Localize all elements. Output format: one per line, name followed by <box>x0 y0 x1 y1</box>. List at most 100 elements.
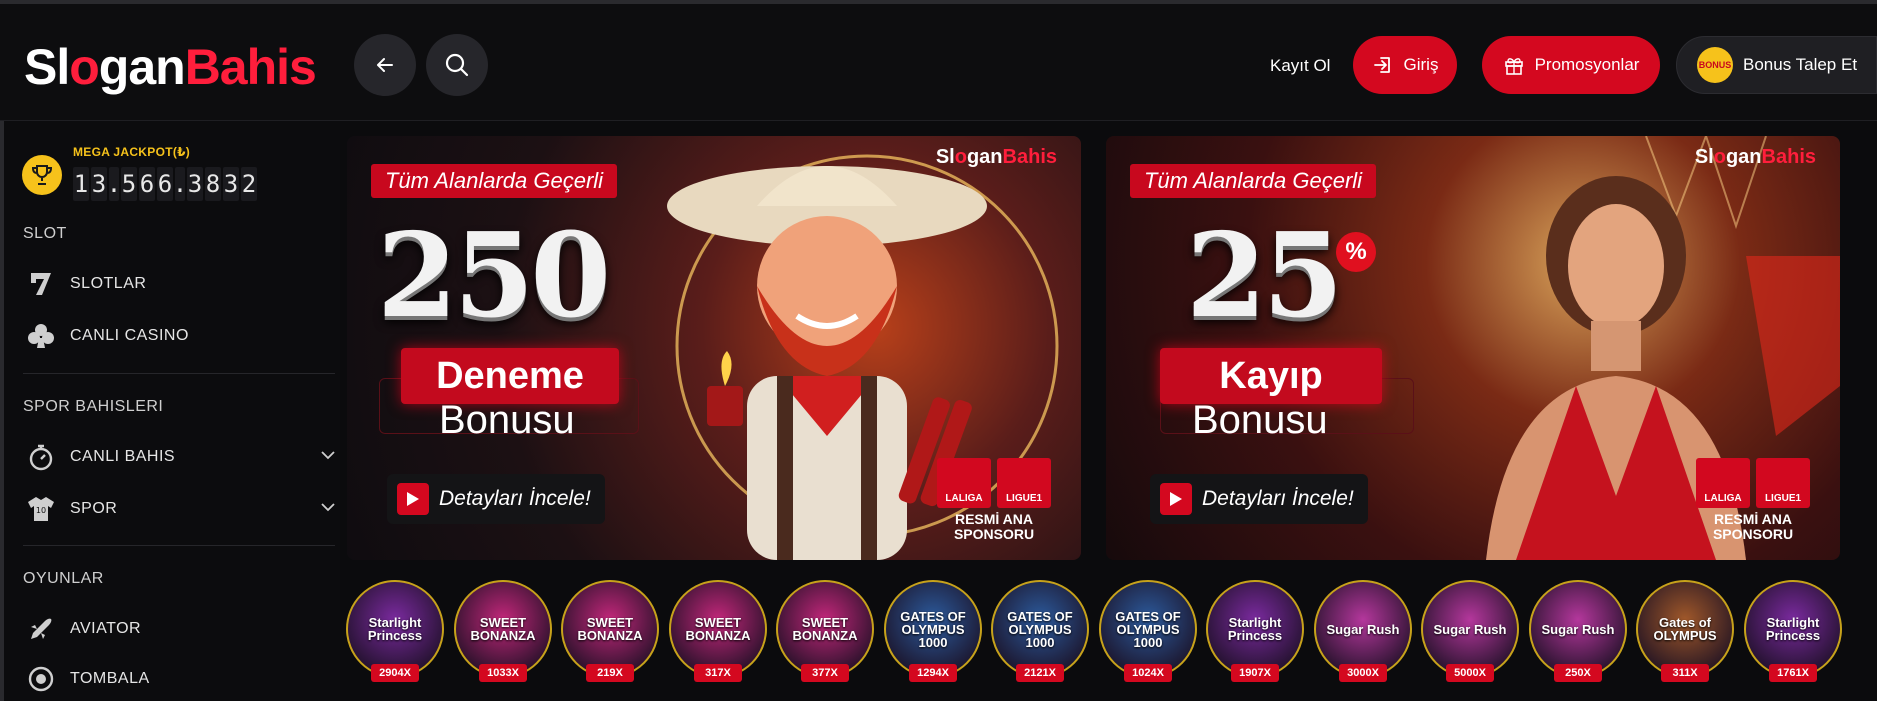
sponsor-logos: LALIGA LIGUE1 <box>1694 458 1812 508</box>
sponsor-logos: LALIGA LIGUE1 <box>935 458 1053 508</box>
seven-icon <box>24 267 58 301</box>
game-tile[interactable]: Sugar Rush 250X <box>1529 580 1627 686</box>
sidebar-item-label: CANLI CASINO <box>70 327 189 344</box>
game-name: GATES OF OLYMPUS 1000 <box>1007 608 1073 650</box>
promo-banner[interactable]: Tüm Alanlarda Geçerli SloganBahis 250 De… <box>347 136 1081 560</box>
sidebar-item-label: AVIATOR <box>70 620 142 637</box>
search-button[interactable] <box>426 34 488 96</box>
game-multiplier-badge: 250X <box>1554 664 1602 682</box>
promo-banner[interactable]: Tüm Alanlarda Geçerli SloganBahis 25 % K… <box>1106 136 1840 560</box>
sidebar-item-slots[interactable]: SLOTLAR <box>24 264 336 304</box>
chevron-down-icon[interactable] <box>320 447 336 463</box>
stopwatch-icon <box>24 440 58 474</box>
banner-brand: SloganBahis <box>936 146 1057 169</box>
section-title-sports: SPOR BAHISLERI <box>23 398 164 415</box>
game-tile[interactable]: GATES OF OLYMPUS 1000 1024X <box>1099 580 1197 686</box>
banner-amount: 25 <box>1186 208 1343 344</box>
jackpot-digit: . <box>107 167 121 201</box>
game-tile[interactable]: Starlight Princess 1907X <box>1206 580 1304 686</box>
banner-amount: 250 <box>377 208 611 344</box>
game-multiplier-badge: 219X <box>586 664 634 682</box>
game-name: SWEET BONANZA <box>792 615 858 643</box>
jackpot-digit: 3 <box>91 167 107 201</box>
section-title-games: OYUNLAR <box>23 570 104 587</box>
site-logo[interactable]: SloganBahis <box>24 39 317 95</box>
game-multiplier-badge: 1024X <box>1124 664 1172 682</box>
sponsor-text-1: RESMİ ANA <box>1713 511 1793 527</box>
game-tile[interactable]: GATES OF OLYMPUS 1000 1294X <box>884 580 982 686</box>
login-icon <box>1373 57 1390 73</box>
logo-text-part: o <box>69 39 100 95</box>
bonus-request-label: Bonus Talep Et <box>1743 55 1858 74</box>
top-bar: SloganBahis Kayıt Ol Giriş Promosyonlar … <box>0 0 1877 121</box>
banner-details-button[interactable]: Detayları İncele! <box>1150 474 1368 524</box>
brand-text-part: gan <box>966 146 1003 168</box>
game-tile[interactable]: SWEET BONANZA 317X <box>669 580 767 686</box>
brand-text-part: gan <box>1725 146 1762 168</box>
game-multiplier-badge: 377X <box>801 664 849 682</box>
brand-o: o <box>1713 146 1726 168</box>
brand-text-part: Sl <box>1694 146 1714 168</box>
banner-tag: Tüm Alanlarda Geçerli <box>1130 164 1377 198</box>
banner-details-button[interactable]: Detayları İncele! <box>387 474 605 524</box>
sponsor-text-1: RESMİ ANA <box>954 511 1034 527</box>
bingo-icon <box>24 662 58 696</box>
game-name: Starlight Princess <box>1765 615 1821 643</box>
game-tile[interactable]: Sugar Rush 3000X <box>1314 580 1412 686</box>
game-multiplier-badge: 317X <box>694 664 742 682</box>
search-icon <box>445 53 469 77</box>
play-icon <box>397 483 429 515</box>
banner-tag: Tüm Alanlarda Geçerli <box>371 164 618 198</box>
svg-text:10: 10 <box>36 506 46 515</box>
back-button[interactable] <box>354 34 416 96</box>
login-button[interactable]: Giriş <box>1353 36 1457 94</box>
laliga-logo: LALIGA <box>1696 458 1750 508</box>
game-name: SWEET BONANZA <box>685 615 751 643</box>
brand-text-part: Sl <box>935 146 955 168</box>
trophy-icon <box>22 155 62 195</box>
banner-cta-label: Detayları İncele! <box>439 487 591 510</box>
sidebar-item-label: SLOTLAR <box>70 275 147 292</box>
game-tile[interactable]: SWEET BONANZA 1033X <box>454 580 552 686</box>
jackpot-digit: 1 <box>73 167 89 201</box>
promotions-label: Promosyonlar <box>1534 55 1640 74</box>
game-multiplier-badge: 2904X <box>371 664 419 682</box>
game-tile[interactable]: Gates of OLYMPUS 311X <box>1636 580 1734 686</box>
banner-cta-label: Detayları İncele! <box>1202 487 1354 510</box>
banner-brand: SloganBahis <box>1695 146 1816 169</box>
sponsor-text-2: SPONSORU <box>1712 526 1794 542</box>
banner-subtitle: Bonusu <box>439 398 575 442</box>
bonus-badge-icon: BONUS <box>1697 47 1733 83</box>
jackpot-digit: 6 <box>139 167 155 201</box>
banner-subtitle: Bonusu <box>1192 398 1328 442</box>
game-tile[interactable]: Sugar Rush 5000X <box>1421 580 1519 686</box>
jackpot-digit: 2 <box>241 167 257 201</box>
divider <box>23 545 335 546</box>
arrow-left-icon <box>377 58 393 72</box>
sidebar-item-tombala[interactable]: TOMBALA <box>24 659 336 699</box>
game-name: Sugar Rush <box>1326 621 1400 637</box>
sidebar-item-aviator[interactable]: AVIATOR <box>24 609 336 649</box>
register-link[interactable]: Kayıt Ol <box>1270 56 1330 76</box>
game-tile[interactable]: SWEET BONANZA 219X <box>561 580 659 686</box>
chevron-down-icon[interactable] <box>320 499 336 515</box>
bonus-request-button[interactable]: BONUS Bonus Talep Et <box>1676 36 1877 94</box>
sponsor-badge: LALIGA LIGUE1 RESMİ ANA SPONSORU <box>1694 458 1812 542</box>
jersey-icon: 10 <box>24 492 58 526</box>
game-tile[interactable]: GATES OF OLYMPUS 1000 2121X <box>991 580 1089 686</box>
percent-badge: % <box>1336 232 1376 272</box>
sidebar-item-live-betting[interactable]: CANLI BAHIS <box>24 437 336 477</box>
sidebar-item-sports[interactable]: 10 SPOR <box>24 489 336 529</box>
sidebar-item-live-casino[interactable]: CANLI CASINO <box>24 316 336 356</box>
sidebar-item-label: TOMBALA <box>70 670 150 687</box>
game-multiplier-badge: 2121X <box>1016 664 1064 682</box>
jackpot-label: MEGA JACKPOT(₺) <box>73 145 191 159</box>
logo-text-part: gan <box>98 39 186 95</box>
jackpot-digit: 3 <box>187 167 203 201</box>
game-tile[interactable]: SWEET BONANZA 377X <box>776 580 874 686</box>
jackpot-digit: . <box>173 167 187 201</box>
game-tile[interactable]: Starlight Princess 1761X <box>1744 580 1842 686</box>
promotions-button[interactable]: Promosyonlar <box>1482 36 1660 94</box>
gift-icon <box>1504 58 1523 75</box>
game-tile[interactable]: Starlight Princess 2904X <box>346 580 444 686</box>
